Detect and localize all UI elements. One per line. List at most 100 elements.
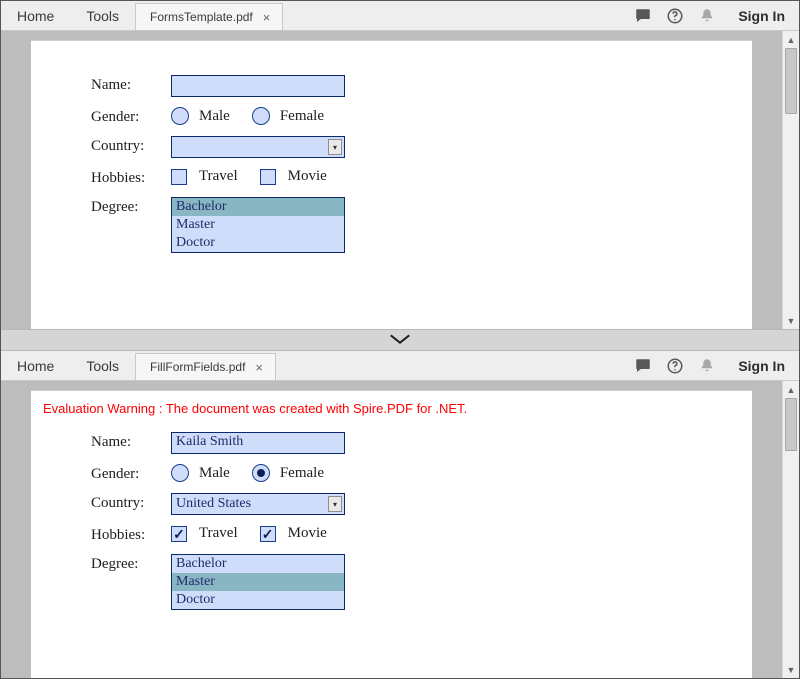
country-select[interactable]: ▾ — [171, 136, 345, 158]
checkbox-movie[interactable] — [260, 169, 276, 185]
document-tab[interactable]: FillFormFields.pdf × — [135, 353, 276, 380]
chevron-down-icon[interactable]: ▾ — [328, 496, 342, 512]
page-wrap: Name: Gender: Male Female — [31, 31, 752, 329]
list-item[interactable]: Bachelor — [172, 555, 344, 573]
document-viewport: Name: Gender: Male Female — [1, 31, 799, 329]
row-gender: Gender: Male Female — [91, 107, 712, 126]
gutter-right — [752, 381, 782, 678]
list-item[interactable]: Doctor — [172, 591, 344, 609]
label-male: Male — [199, 465, 230, 482]
signin-link[interactable]: Sign In — [730, 358, 785, 374]
label-travel: Travel — [199, 525, 238, 542]
toolbar: Home Tools FillFormFields.pdf × Sign In — [1, 351, 799, 381]
signin-link[interactable]: Sign In — [730, 8, 785, 24]
gutter-right — [752, 31, 782, 329]
row-hobbies: Hobbies: Travel Movie — [91, 525, 712, 544]
document-tab[interactable]: FormsTemplate.pdf × — [135, 3, 283, 30]
row-name: Name: Kaila Smith — [91, 432, 712, 454]
chevron-down-icon[interactable]: ▾ — [328, 139, 342, 155]
label-country: Country: — [91, 493, 171, 512]
document-viewport: Evaluation Warning : The document was cr… — [1, 381, 799, 678]
list-item[interactable]: Bachelor — [172, 198, 344, 216]
close-icon[interactable]: × — [253, 360, 265, 375]
checkbox-travel[interactable] — [171, 526, 187, 542]
label-female: Female — [280, 108, 324, 125]
gutter-left — [1, 381, 31, 678]
evaluation-warning: Evaluation Warning : The document was cr… — [43, 401, 712, 416]
radio-female[interactable] — [252, 107, 270, 125]
scroll-track[interactable] — [783, 48, 799, 312]
tab-bar: FillFormFields.pdf × — [135, 351, 620, 380]
row-degree: Degree: Bachelor Master Doctor — [91, 197, 712, 253]
scroll-track[interactable] — [783, 398, 799, 661]
gender-group: Male Female — [171, 464, 338, 482]
scroll-up-icon[interactable]: ▲ — [783, 31, 799, 48]
tab-bar: FormsTemplate.pdf × — [135, 1, 620, 30]
degree-listbox[interactable]: Bachelor Master Doctor — [171, 197, 345, 253]
row-gender: Gender: Male Female — [91, 464, 712, 483]
viewer-pane-bottom: Home Tools FillFormFields.pdf × Sign In — [1, 351, 799, 678]
hobbies-group: Travel Movie — [171, 168, 341, 185]
scroll-thumb[interactable] — [785, 48, 797, 114]
label-female: Female — [280, 465, 324, 482]
chevron-down-icon — [387, 332, 413, 349]
chat-icon[interactable] — [634, 357, 652, 375]
vertical-scrollbar[interactable]: ▲ ▼ — [782, 381, 799, 678]
tools-link[interactable]: Tools — [70, 1, 135, 30]
bell-icon[interactable] — [698, 357, 716, 375]
gender-group: Male Female — [171, 107, 338, 125]
label-gender: Gender: — [91, 107, 171, 126]
scroll-down-icon[interactable]: ▼ — [783, 661, 799, 678]
page-wrap: Evaluation Warning : The document was cr… — [31, 381, 752, 678]
row-hobbies: Hobbies: Travel Movie — [91, 168, 712, 187]
radio-female[interactable] — [252, 464, 270, 482]
row-degree: Degree: Bachelor Master Doctor — [91, 554, 712, 610]
viewer-pane-top: Home Tools FormsTemplate.pdf × Sign In — [1, 1, 799, 329]
radio-male[interactable] — [171, 464, 189, 482]
label-male: Male — [199, 108, 230, 125]
hobbies-group: Travel Movie — [171, 525, 341, 542]
home-link[interactable]: Home — [1, 351, 70, 380]
label-hobbies: Hobbies: — [91, 168, 171, 187]
name-field[interactable] — [171, 75, 345, 97]
label-country: Country: — [91, 136, 171, 155]
label-gender: Gender: — [91, 464, 171, 483]
gutter-left — [1, 31, 31, 329]
checkbox-travel[interactable] — [171, 169, 187, 185]
chat-icon[interactable] — [634, 7, 652, 25]
name-field[interactable]: Kaila Smith — [171, 432, 345, 454]
label-name: Name: — [91, 75, 171, 94]
row-country: Country: ▾ — [91, 136, 712, 158]
label-movie: Movie — [288, 168, 327, 185]
label-name: Name: — [91, 432, 171, 451]
scroll-up-icon[interactable]: ▲ — [783, 381, 799, 398]
pane-divider[interactable] — [1, 329, 799, 351]
tab-title: FormsTemplate.pdf — [150, 10, 253, 24]
help-icon[interactable] — [666, 7, 684, 25]
pdf-form: Name: Kaila Smith Gender: Male Female — [91, 432, 712, 610]
list-item[interactable]: Doctor — [172, 234, 344, 252]
label-movie: Movie — [288, 525, 327, 542]
row-country: Country: United States ▾ — [91, 493, 712, 515]
pdf-page: Name: Gender: Male Female — [31, 41, 752, 329]
radio-male[interactable] — [171, 107, 189, 125]
toolbar-right: Sign In — [620, 1, 799, 30]
label-hobbies: Hobbies: — [91, 525, 171, 544]
scroll-thumb[interactable] — [785, 398, 797, 451]
list-item[interactable]: Master — [172, 216, 344, 234]
home-link[interactable]: Home — [1, 1, 70, 30]
close-icon[interactable]: × — [261, 10, 273, 25]
help-icon[interactable] — [666, 357, 684, 375]
row-name: Name: — [91, 75, 712, 97]
country-select[interactable]: United States ▾ — [171, 493, 345, 515]
list-item[interactable]: Master — [172, 573, 344, 591]
toolbar-right: Sign In — [620, 351, 799, 380]
label-degree: Degree: — [91, 554, 171, 573]
vertical-scrollbar[interactable]: ▲ ▼ — [782, 31, 799, 329]
bell-icon[interactable] — [698, 7, 716, 25]
scroll-down-icon[interactable]: ▼ — [783, 312, 799, 329]
checkbox-movie[interactable] — [260, 526, 276, 542]
label-degree: Degree: — [91, 197, 171, 216]
tools-link[interactable]: Tools — [70, 351, 135, 380]
degree-listbox[interactable]: Bachelor Master Doctor — [171, 554, 345, 610]
